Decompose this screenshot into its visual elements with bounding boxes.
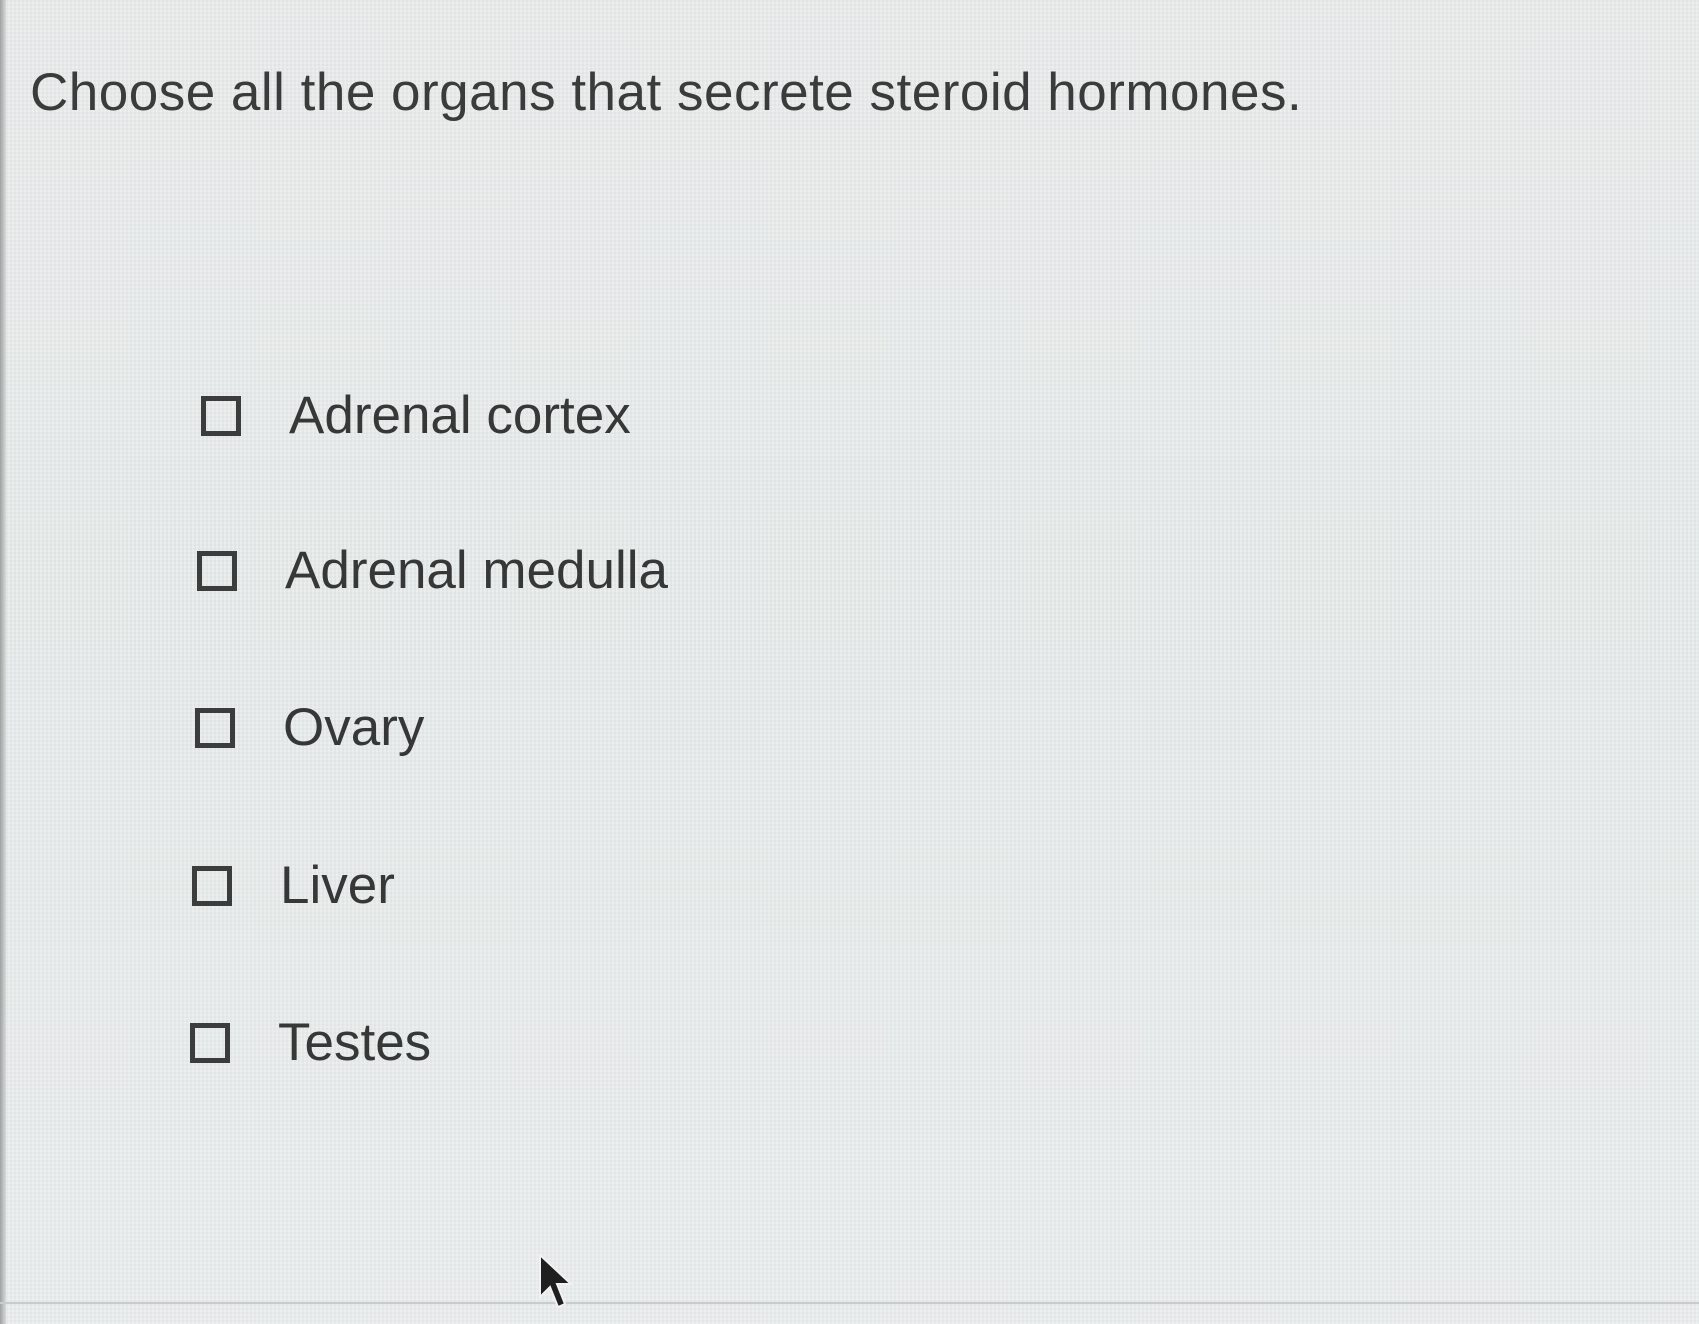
mouse-pointer-icon	[539, 1253, 574, 1309]
option-liver[interactable]: Liver	[192, 855, 395, 916]
answer-options: Adrenal cortex Adrenal medulla Ovary Liv…	[0, 0, 1699, 1324]
option-label: Adrenal cortex	[289, 386, 631, 445]
option-adrenal-cortex[interactable]: Adrenal cortex	[201, 385, 631, 446]
divider	[0, 1302, 1699, 1304]
checkbox-icon[interactable]	[192, 865, 232, 906]
option-adrenal-medulla[interactable]: Adrenal medulla	[197, 540, 668, 601]
option-ovary[interactable]: Ovary	[195, 697, 424, 758]
option-label: Liver	[280, 856, 395, 915]
checkbox-icon[interactable]	[201, 395, 241, 436]
option-label: Ovary	[283, 698, 425, 757]
checkbox-icon[interactable]	[197, 550, 237, 591]
checkbox-icon[interactable]	[190, 1022, 230, 1063]
option-label: Testes	[278, 1013, 432, 1072]
option-testes[interactable]: Testes	[190, 1012, 431, 1073]
option-label: Adrenal medulla	[285, 541, 669, 600]
checkbox-icon[interactable]	[195, 707, 235, 748]
